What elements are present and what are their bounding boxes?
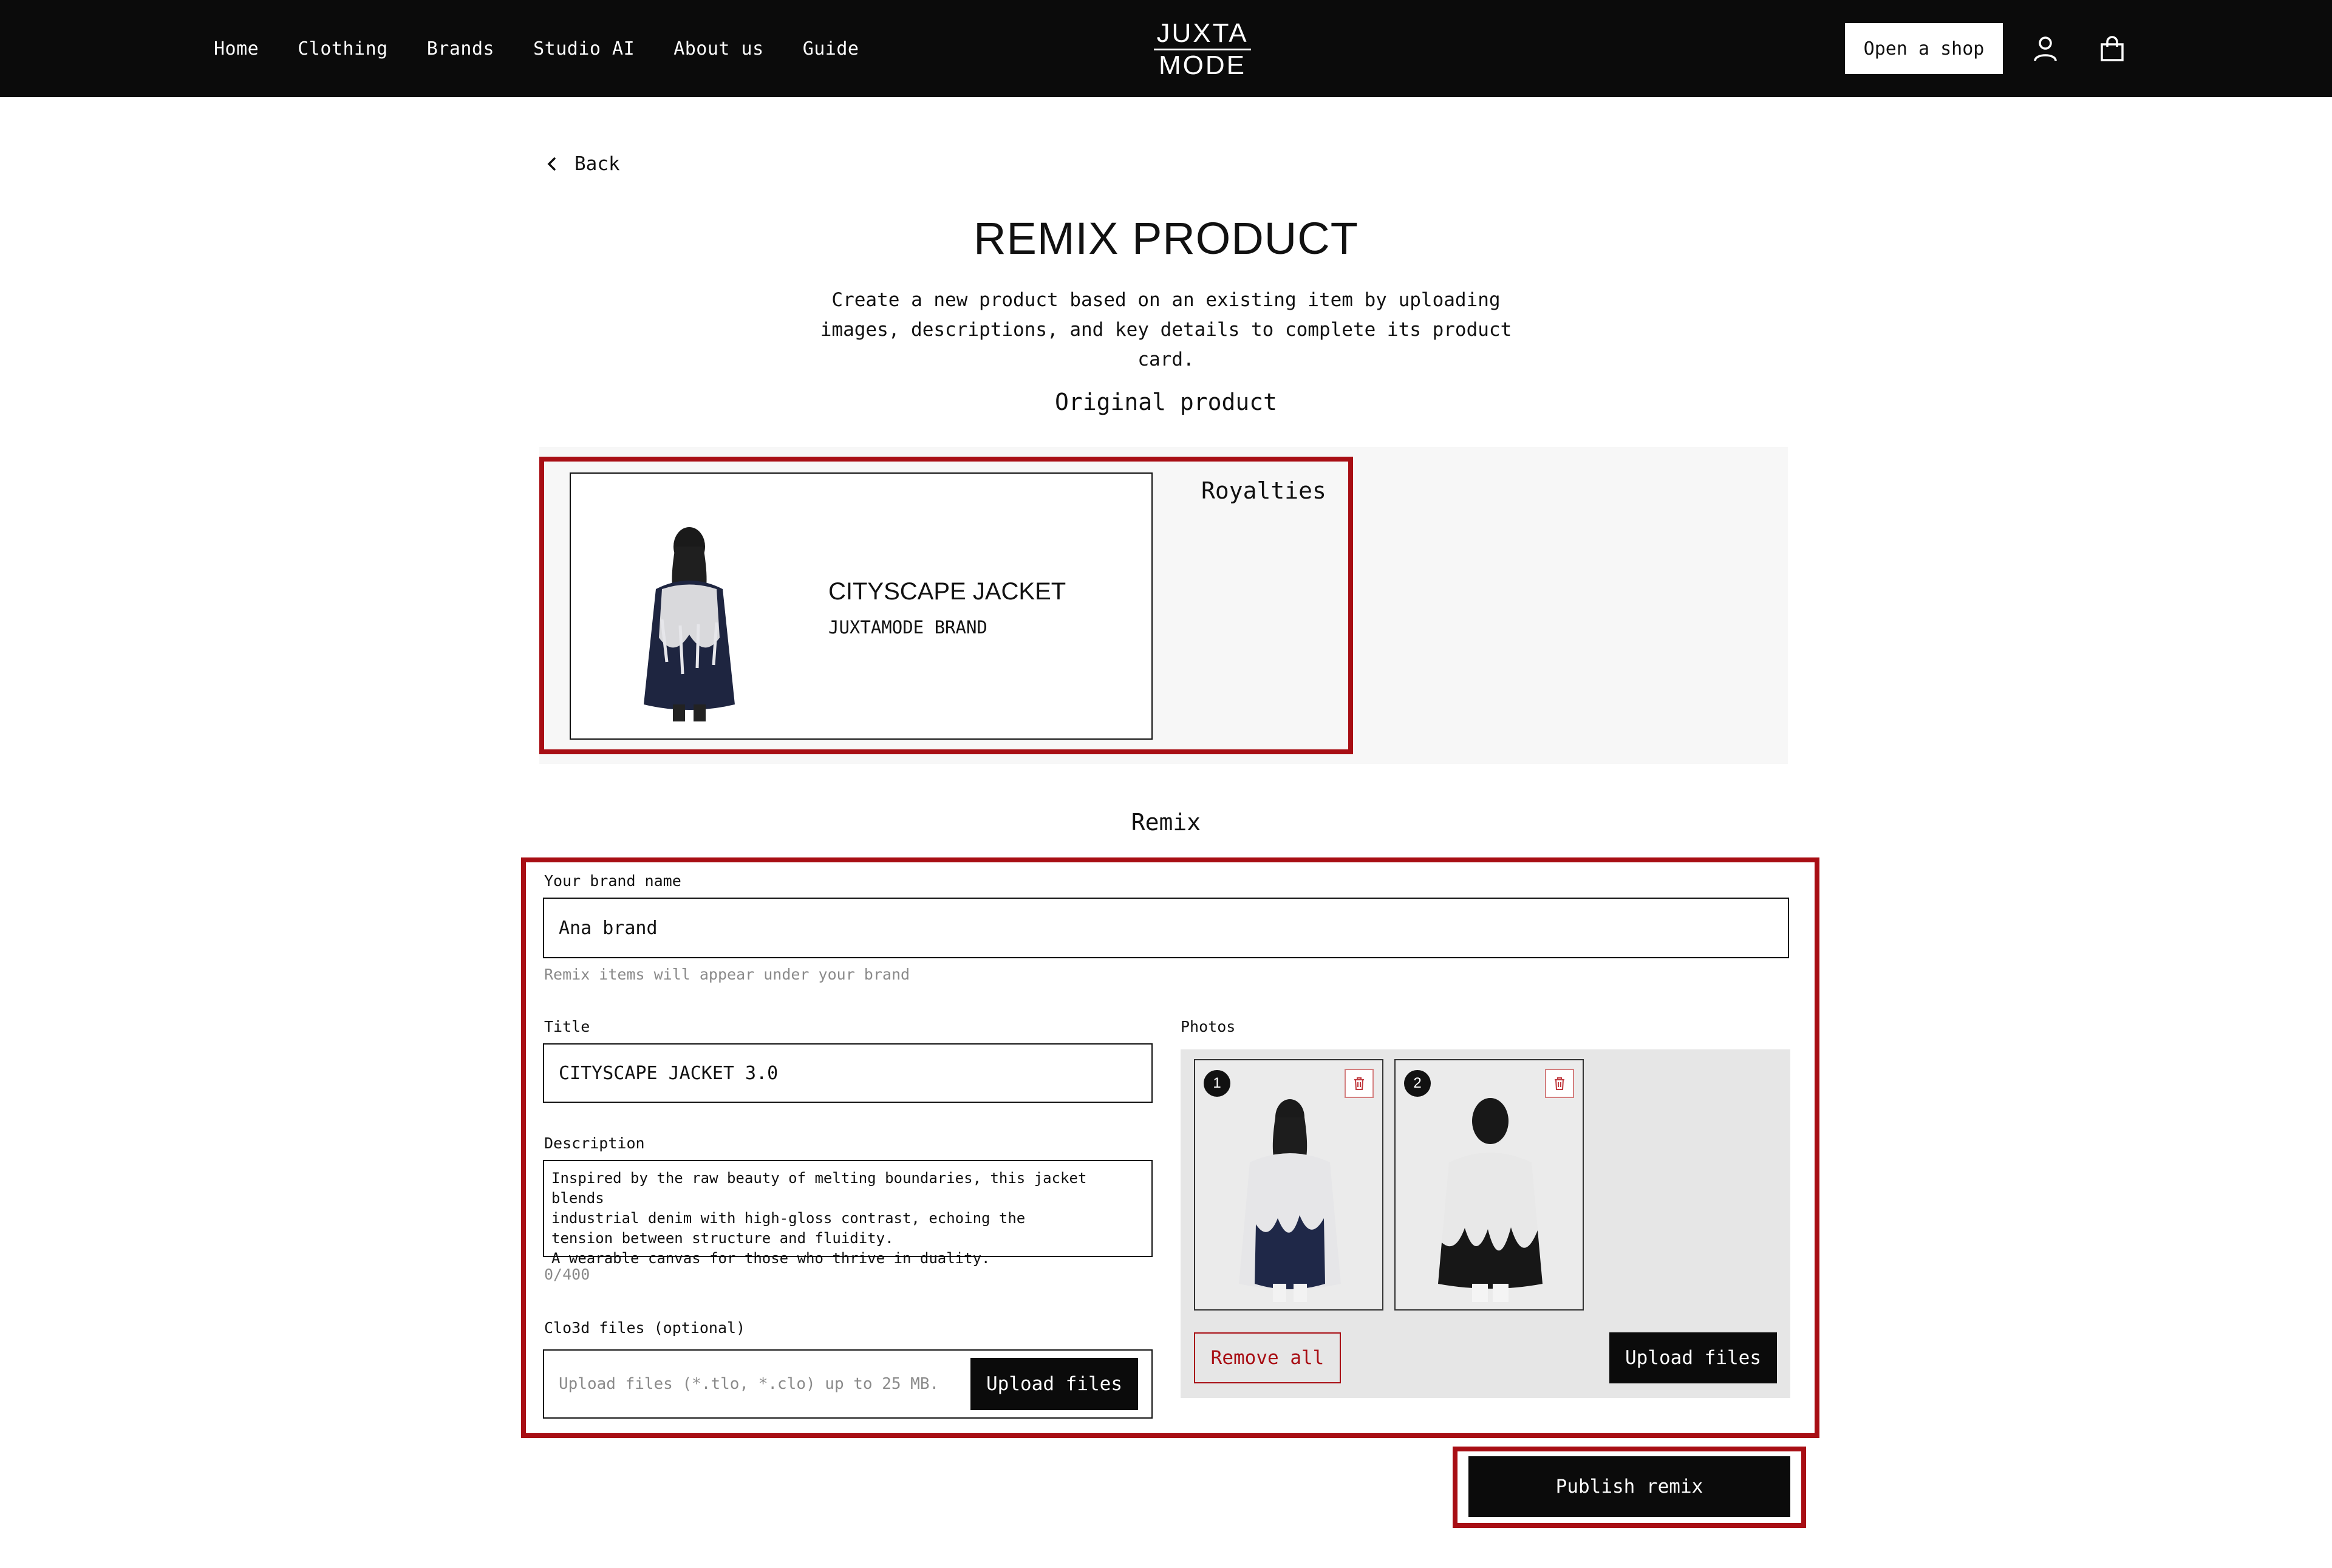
brand-name-input[interactable]: Ana brand	[543, 898, 1789, 958]
top-navigation-bar: Home Clothing Brands Studio AI About us …	[0, 0, 2332, 97]
remove-all-button[interactable]: Remove all	[1194, 1332, 1341, 1383]
shopping-bag-icon[interactable]	[2094, 30, 2130, 67]
nav-item-about-us[interactable]: About us	[673, 38, 764, 60]
title-input[interactable]: CITYSCAPE JACKET 3.0	[543, 1043, 1153, 1103]
title-label: Title	[544, 1018, 590, 1035]
description-textarea[interactable]: Inspired by the raw beauty of melting bo…	[543, 1160, 1153, 1267]
brand-name-hint: Remix items will appear under your brand	[544, 966, 910, 983]
nav-item-guide[interactable]: Guide	[803, 38, 859, 60]
back-label: Back	[574, 153, 620, 175]
clo3d-upload-button[interactable]: Upload files	[970, 1358, 1138, 1410]
publish-remix-button[interactable]: Publish remix	[1468, 1456, 1790, 1517]
chevron-left-icon	[547, 157, 556, 171]
royalties-label: Royalties	[1201, 477, 1326, 504]
description-label: Description	[544, 1134, 645, 1152]
page-subtitle: Create a new product based on an existin…	[820, 289, 1512, 370]
brand-logo[interactable]: JUXTA MODE	[1154, 18, 1251, 81]
jacket-model-image	[644, 527, 735, 721]
photos-upload-button[interactable]: Upload files	[1609, 1332, 1777, 1383]
clo3d-files-placeholder: Upload files (*.tlo, *.clo) up to 25 MB.	[559, 1375, 939, 1393]
description-char-count: 0/400	[544, 1266, 590, 1283]
photo-thumbnail-1[interactable]: 1	[1194, 1059, 1383, 1311]
remix-heading: Remix	[1131, 809, 1201, 836]
user-icon[interactable]	[2027, 30, 2064, 67]
logo-line-2: MODE	[1154, 49, 1251, 81]
page-title: REMIX PRODUCT	[973, 213, 1359, 264]
nav-item-studio-ai[interactable]: Studio AI	[533, 38, 635, 60]
original-product-brand: JUXTAMODE BRAND	[828, 617, 987, 638]
back-link[interactable]: Back	[547, 153, 620, 175]
photos-label: Photos	[1181, 1018, 1236, 1035]
open-shop-button[interactable]: Open a shop	[1845, 23, 2003, 74]
nav-item-brands[interactable]: Brands	[427, 38, 494, 60]
original-product-card[interactable]: CITYSCAPE JACKET JUXTAMODE BRAND	[570, 472, 1153, 740]
photo-front-image	[1239, 1099, 1341, 1302]
brand-name-label: Your brand name	[544, 872, 681, 890]
nav-item-home[interactable]: Home	[214, 38, 259, 60]
nav-item-clothing[interactable]: Clothing	[298, 38, 388, 60]
photo-back-image	[1438, 1098, 1543, 1302]
photo-thumbnail-2[interactable]: 2	[1394, 1059, 1584, 1311]
clo3d-files-label: Clo3d files (optional)	[544, 1319, 746, 1337]
main-nav: Home Clothing Brands Studio AI About us …	[214, 0, 859, 97]
logo-line-1: JUXTA	[1156, 18, 1249, 48]
original-product-title: CITYSCAPE JACKET	[828, 578, 1066, 605]
original-product-heading: Original product	[1054, 389, 1278, 415]
